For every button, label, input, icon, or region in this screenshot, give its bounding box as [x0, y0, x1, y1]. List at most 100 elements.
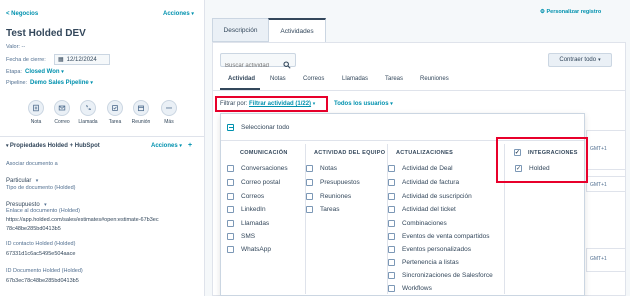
search-icon [283, 56, 291, 74]
task-icon [112, 105, 118, 111]
filter-option[interactable]: Correo postal [227, 179, 280, 186]
option-label: Presupuestos [320, 179, 360, 186]
select-all-checkbox[interactable]: Seleccionar todo [227, 124, 289, 131]
chevron-down-icon: ▾ [598, 57, 601, 63]
note-action-label: Nota [30, 119, 42, 125]
filter-option[interactable]: WhatsApp [227, 246, 271, 253]
option-label: Sincronizaciones de Salesforce [402, 272, 493, 279]
task-action-button[interactable]: Tarea [103, 100, 127, 125]
filter-option[interactable]: Pertenencia a listas [388, 259, 459, 266]
prop-label: Asociar documento a [6, 161, 58, 167]
close-date-field[interactable]: ▦ 12/12/2024 [54, 54, 110, 65]
checkbox [306, 206, 313, 213]
checkbox [306, 179, 313, 186]
collapse-all-button[interactable]: Contraer todo ▾ [548, 53, 612, 67]
chevron-down-icon: ▾ [61, 69, 64, 75]
more-dots-icon [166, 107, 172, 109]
search-activity-input[interactable] [220, 53, 296, 72]
subtab-activity[interactable]: Actividad [228, 76, 255, 82]
filter-option[interactable]: Presupuestos [306, 179, 360, 186]
checkbox [388, 206, 395, 213]
customize-record-link[interactable]: ⚙ Personalizar registro [540, 9, 601, 15]
filter-highlight-box [215, 96, 328, 112]
divider [0, 136, 204, 137]
email-action-label: Correo [54, 119, 70, 125]
filter-option[interactable]: Actividad de Deal [388, 165, 453, 172]
checkbox [388, 285, 395, 292]
prop-label: ID Documento Holded (Holded) [6, 268, 83, 274]
filter-option[interactable]: Tareas [306, 206, 340, 213]
prop-value[interactable]: 67331d1c6ac5495e504aace [6, 251, 75, 257]
calendar-icon: ▦ [58, 57, 64, 63]
filter-option[interactable]: Eventos de venta compartidos [388, 233, 489, 240]
email-action-button[interactable]: Correo [50, 100, 74, 125]
filter-option[interactable]: Sincronizaciones de Salesforce [388, 272, 493, 279]
subtab-divider [212, 90, 626, 91]
more-action-button[interactable]: Más [157, 100, 181, 125]
filter-option[interactable]: Correos [227, 193, 264, 200]
header-actions-button[interactable]: Acciones ▾ [163, 11, 194, 17]
filter-option[interactable]: Workflows [388, 285, 432, 292]
pipeline-label: Pipeline: [6, 80, 28, 86]
add-property-icon[interactable]: + [188, 142, 192, 149]
section-actions-label: Acciones [151, 143, 178, 149]
users-filter-dropdown[interactable]: Todos los usuarios ▾ [334, 101, 393, 107]
filter-option[interactable]: Actividad de suscripción [388, 193, 472, 200]
subtab-tasks[interactable]: Tareas [385, 76, 403, 82]
filter-option[interactable]: Reuniones [306, 193, 351, 200]
filter-option[interactable]: Conversaciones [227, 165, 288, 172]
filter-option[interactable]: Eventos personalizados [388, 246, 471, 253]
meeting-action-button[interactable]: Reunión [129, 100, 153, 125]
filter-option[interactable]: LinkedIn [227, 206, 266, 213]
filter-option[interactable]: Actividad de factura [388, 179, 459, 186]
prop-value[interactable]: 67b3ec78c48be285bd0413b5 [6, 278, 79, 284]
chevron-down-icon: ▾ [35, 178, 39, 184]
subtab-notes[interactable]: Notas [270, 76, 286, 82]
checkbox [388, 193, 395, 200]
option-label: Correos [241, 193, 265, 200]
column-header-team-activity: ACTIVIDAD DEL EQUIPO [314, 150, 386, 156]
properties-section-header[interactable]: ▾ Propiedades Holded + HubSpot [6, 143, 100, 149]
stage-value: Closed Won [25, 69, 60, 75]
checkbox [388, 179, 395, 186]
phone-icon [86, 105, 91, 111]
back-to-deals-link[interactable]: < Negocios [6, 11, 38, 17]
timestamp: GMT+1 [590, 182, 607, 188]
header-actions-label: Acciones [163, 11, 190, 17]
checkbox [227, 165, 234, 172]
tab-description[interactable]: Descripción [212, 18, 269, 42]
checkbox [227, 193, 234, 200]
tab-activities[interactable]: Actividades [268, 18, 326, 42]
search-activity-field[interactable] [221, 60, 279, 72]
tab-label: Actividades [280, 27, 314, 35]
checkbox [388, 233, 395, 240]
option-label: Conversaciones [241, 165, 288, 172]
filter-option[interactable]: Notas [306, 165, 337, 172]
note-icon [33, 104, 39, 112]
option-label: Pertenencia a listas [402, 259, 459, 266]
users-filter-label: Todos los usuarios [334, 101, 389, 107]
option-label: Actividad del ticket [402, 206, 456, 213]
filter-option[interactable]: Combinaciones [388, 220, 447, 227]
filter-option[interactable]: Llamadas [227, 220, 269, 227]
stage-label: Etapa: [6, 69, 22, 75]
filter-option[interactable]: SMS [227, 233, 255, 240]
left-sidebar: < Negocios Acciones ▾ Test Holded DEV Va… [0, 0, 205, 296]
section-actions-button[interactable]: Acciones ▾ [151, 143, 182, 149]
subtab-meetings[interactable]: Reuniones [420, 76, 449, 82]
stage-dropdown[interactable]: Closed Won ▾ [25, 69, 64, 75]
option-label: Actividad de suscripción [402, 193, 472, 200]
pipeline-dropdown[interactable]: Demo Sales Pipeline ▾ [30, 80, 93, 86]
subtab-calls[interactable]: Llamadas [342, 76, 368, 82]
customize-record-label: Personalizar registro [546, 9, 602, 15]
subtab-emails[interactable]: Correos [303, 76, 324, 82]
option-label: Eventos personalizados [402, 246, 472, 253]
option-label: Correo postal [241, 179, 281, 186]
checkbox [227, 206, 234, 213]
prop-link-value[interactable]: https://app.holded.com/sales/estimates#o… [6, 216, 161, 234]
call-action-button[interactable]: Llamada [76, 100, 100, 125]
chevron-down-icon: ▾ [390, 101, 393, 107]
option-label: Tareas [320, 206, 340, 213]
filter-option[interactable]: Actividad del ticket [388, 206, 456, 213]
note-action-button[interactable]: Nota [24, 100, 48, 125]
